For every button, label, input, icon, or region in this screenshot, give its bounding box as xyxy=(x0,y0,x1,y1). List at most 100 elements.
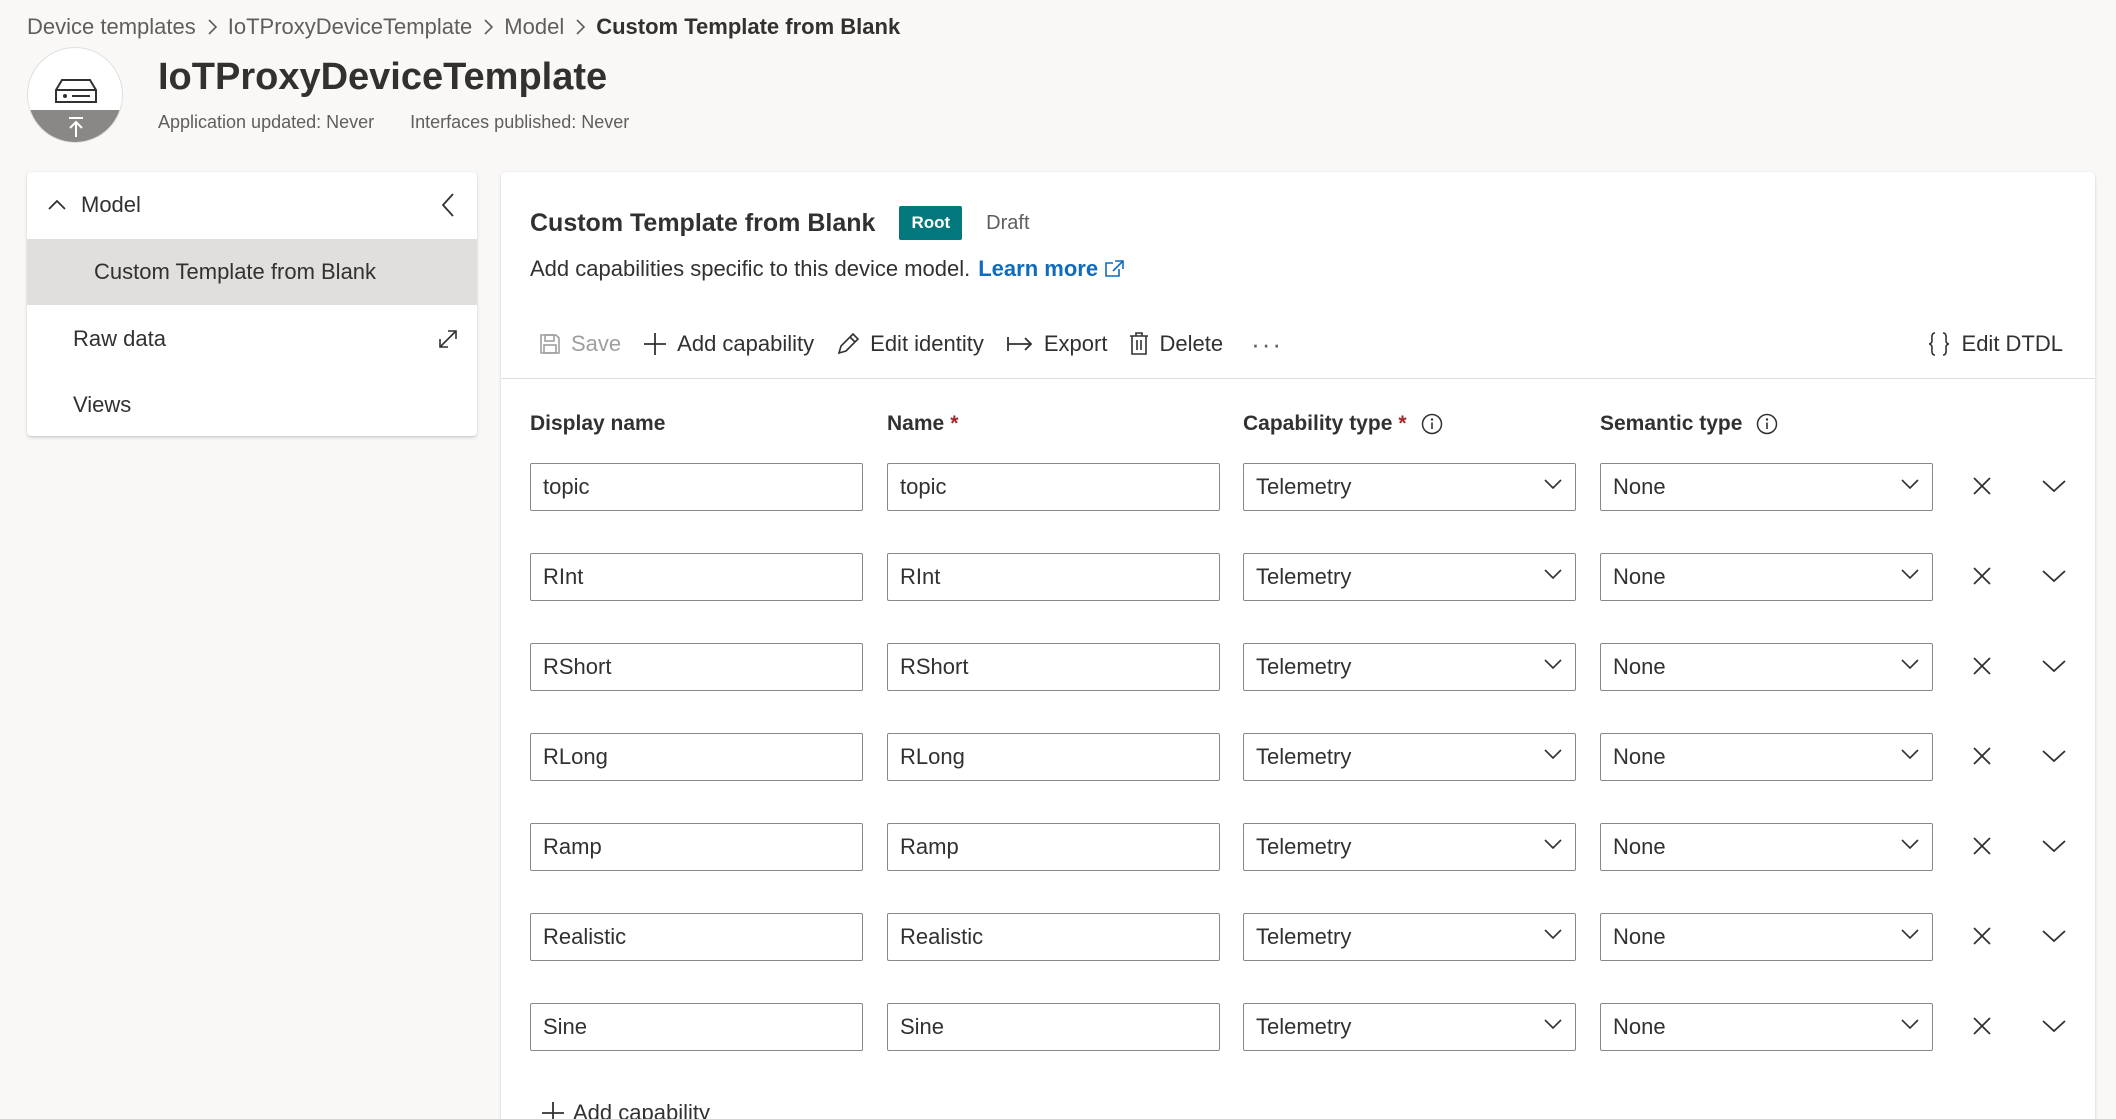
display-name-input[interactable]: Realistic xyxy=(530,913,863,961)
expand-row-button[interactable] xyxy=(2037,651,2071,681)
name-input[interactable]: Ramp xyxy=(887,823,1220,871)
nav-item-label: Views xyxy=(73,392,132,417)
name-input[interactable]: topic xyxy=(887,463,1220,511)
expand-row-button[interactable] xyxy=(2037,831,2071,861)
remove-capability-button[interactable] xyxy=(1967,831,1997,861)
collapse-panel-button[interactable] xyxy=(435,192,461,218)
display-name-input[interactable]: RLong xyxy=(530,733,863,781)
display-name-input[interactable]: Ramp xyxy=(530,823,863,871)
capability-type-dropdown[interactable]: Telemetry xyxy=(1243,1003,1576,1051)
name-input[interactable]: RLong xyxy=(887,733,1220,781)
chevron-down-icon xyxy=(1543,838,1563,850)
expand-row-button[interactable] xyxy=(2037,741,2071,771)
delete-button[interactable]: Delete xyxy=(1129,331,1223,357)
toolbar-divider xyxy=(501,378,2095,379)
remove-capability-button[interactable] xyxy=(1967,921,1997,951)
name-input[interactable]: RInt xyxy=(887,553,1220,601)
semantic-type-value: None xyxy=(1613,924,1666,949)
draft-status: Draft xyxy=(986,211,1030,234)
remove-capability-button[interactable] xyxy=(1967,471,1997,501)
capability-type-dropdown[interactable]: Telemetry xyxy=(1243,823,1576,871)
add-capability-button[interactable]: Add capability xyxy=(643,331,814,357)
capability-type-value: Telemetry xyxy=(1256,654,1352,679)
export-button[interactable]: Export xyxy=(1006,331,1107,357)
breadcrumb: Device templates IoTProxyDeviceTemplate … xyxy=(27,14,900,40)
add-capability-link[interactable]: Add capability xyxy=(541,1100,710,1119)
chevron-down-icon xyxy=(1543,1018,1563,1030)
capability-row: RShort RShort Telemetry None xyxy=(501,643,2095,693)
nav-item-raw-data[interactable]: Raw data xyxy=(27,306,477,372)
semantic-type-dropdown[interactable]: None xyxy=(1600,733,1933,781)
template-meta: Application updated: Never Interfaces pu… xyxy=(158,112,629,133)
root-badge: Root xyxy=(899,206,963,240)
breadcrumb-model[interactable]: Model xyxy=(504,14,564,40)
display-name-input[interactable]: RShort xyxy=(530,643,863,691)
semantic-type-dropdown[interactable]: None xyxy=(1600,643,1933,691)
nav-model-header[interactable]: Model xyxy=(27,172,477,238)
expand-icon[interactable] xyxy=(435,326,461,352)
semantic-type-dropdown[interactable]: None xyxy=(1600,823,1933,871)
capability-type-dropdown[interactable]: Telemetry xyxy=(1243,643,1576,691)
name-input[interactable]: Sine xyxy=(887,1003,1220,1051)
chevron-down-icon xyxy=(1900,568,1920,580)
close-icon xyxy=(1973,927,1991,945)
nav-item-views[interactable]: Views xyxy=(27,372,477,438)
close-icon xyxy=(1973,837,1991,855)
semantic-type-dropdown[interactable]: None xyxy=(1600,913,1933,961)
capability-row: topic topic Telemetry None xyxy=(501,463,2095,513)
semantic-type-dropdown[interactable]: None xyxy=(1600,553,1933,601)
capability-row: Realistic Realistic Telemetry None xyxy=(501,913,2095,963)
learn-more-link[interactable]: Learn more xyxy=(978,256,1098,282)
command-bar: Save Add capability Edit identity Export xyxy=(539,324,1283,364)
breadcrumb-device-templates[interactable]: Device templates xyxy=(27,14,196,40)
display-name-input[interactable]: RInt xyxy=(530,553,863,601)
name-input[interactable]: RShort xyxy=(887,643,1220,691)
capability-type-dropdown[interactable]: Telemetry xyxy=(1243,733,1576,781)
remove-capability-button[interactable] xyxy=(1967,741,1997,771)
remove-capability-button[interactable] xyxy=(1967,561,1997,591)
semantic-type-dropdown[interactable]: None xyxy=(1600,463,1933,511)
capability-type-value: Telemetry xyxy=(1256,564,1352,589)
expand-row-button[interactable] xyxy=(2037,471,2071,501)
more-options-button[interactable]: ··· xyxy=(1251,329,1283,360)
close-icon xyxy=(1973,1017,1991,1035)
chevron-down-icon xyxy=(1543,478,1563,490)
save-button[interactable]: Save xyxy=(539,331,621,357)
chevron-right-icon xyxy=(206,18,218,36)
semantic-type-dropdown[interactable]: None xyxy=(1600,1003,1933,1051)
remove-capability-button[interactable] xyxy=(1967,651,1997,681)
breadcrumb-template[interactable]: IoTProxyDeviceTemplate xyxy=(228,14,473,40)
capability-type-dropdown[interactable]: Telemetry xyxy=(1243,553,1576,601)
capability-type-value: Telemetry xyxy=(1256,744,1352,769)
edit-identity-button[interactable]: Edit identity xyxy=(836,331,984,357)
nav-item-label: Raw data xyxy=(73,326,166,351)
capability-type-dropdown[interactable]: Telemetry xyxy=(1243,913,1576,961)
column-header-display-name: Display name xyxy=(530,412,666,435)
chevron-down-icon xyxy=(1900,928,1920,940)
external-link-icon[interactable] xyxy=(1104,260,1124,278)
name-input[interactable]: Realistic xyxy=(887,913,1220,961)
expand-row-button[interactable] xyxy=(2037,921,2071,951)
semantic-type-value: None xyxy=(1613,564,1666,589)
column-header-semantic-type: Semantic type xyxy=(1600,412,1778,436)
nav-item-custom-template[interactable]: Custom Template from Blank xyxy=(27,239,477,305)
close-icon xyxy=(1973,747,1991,765)
application-updated-text: Application updated: Never xyxy=(158,112,375,132)
expand-row-button[interactable] xyxy=(2037,1011,2071,1041)
info-icon[interactable] xyxy=(1756,413,1778,435)
nav-item-label: Custom Template from Blank xyxy=(94,259,377,284)
close-icon xyxy=(1973,477,1991,495)
display-name-input[interactable]: topic xyxy=(530,463,863,511)
capability-row: RLong RLong Telemetry None xyxy=(501,733,2095,783)
capability-type-value: Telemetry xyxy=(1256,834,1352,859)
remove-capability-button[interactable] xyxy=(1967,1011,1997,1041)
chevron-down-icon xyxy=(2042,1020,2066,1033)
capability-type-value: Telemetry xyxy=(1256,474,1352,499)
chevron-up-icon[interactable] xyxy=(47,199,67,211)
expand-row-button[interactable] xyxy=(2037,561,2071,591)
display-name-input[interactable]: Sine xyxy=(530,1003,863,1051)
edit-dtdl-button[interactable]: Edit DTDL xyxy=(1928,324,2063,364)
capability-type-dropdown[interactable]: Telemetry xyxy=(1243,463,1576,511)
device-template-avatar xyxy=(27,47,123,143)
info-icon[interactable] xyxy=(1421,413,1443,435)
